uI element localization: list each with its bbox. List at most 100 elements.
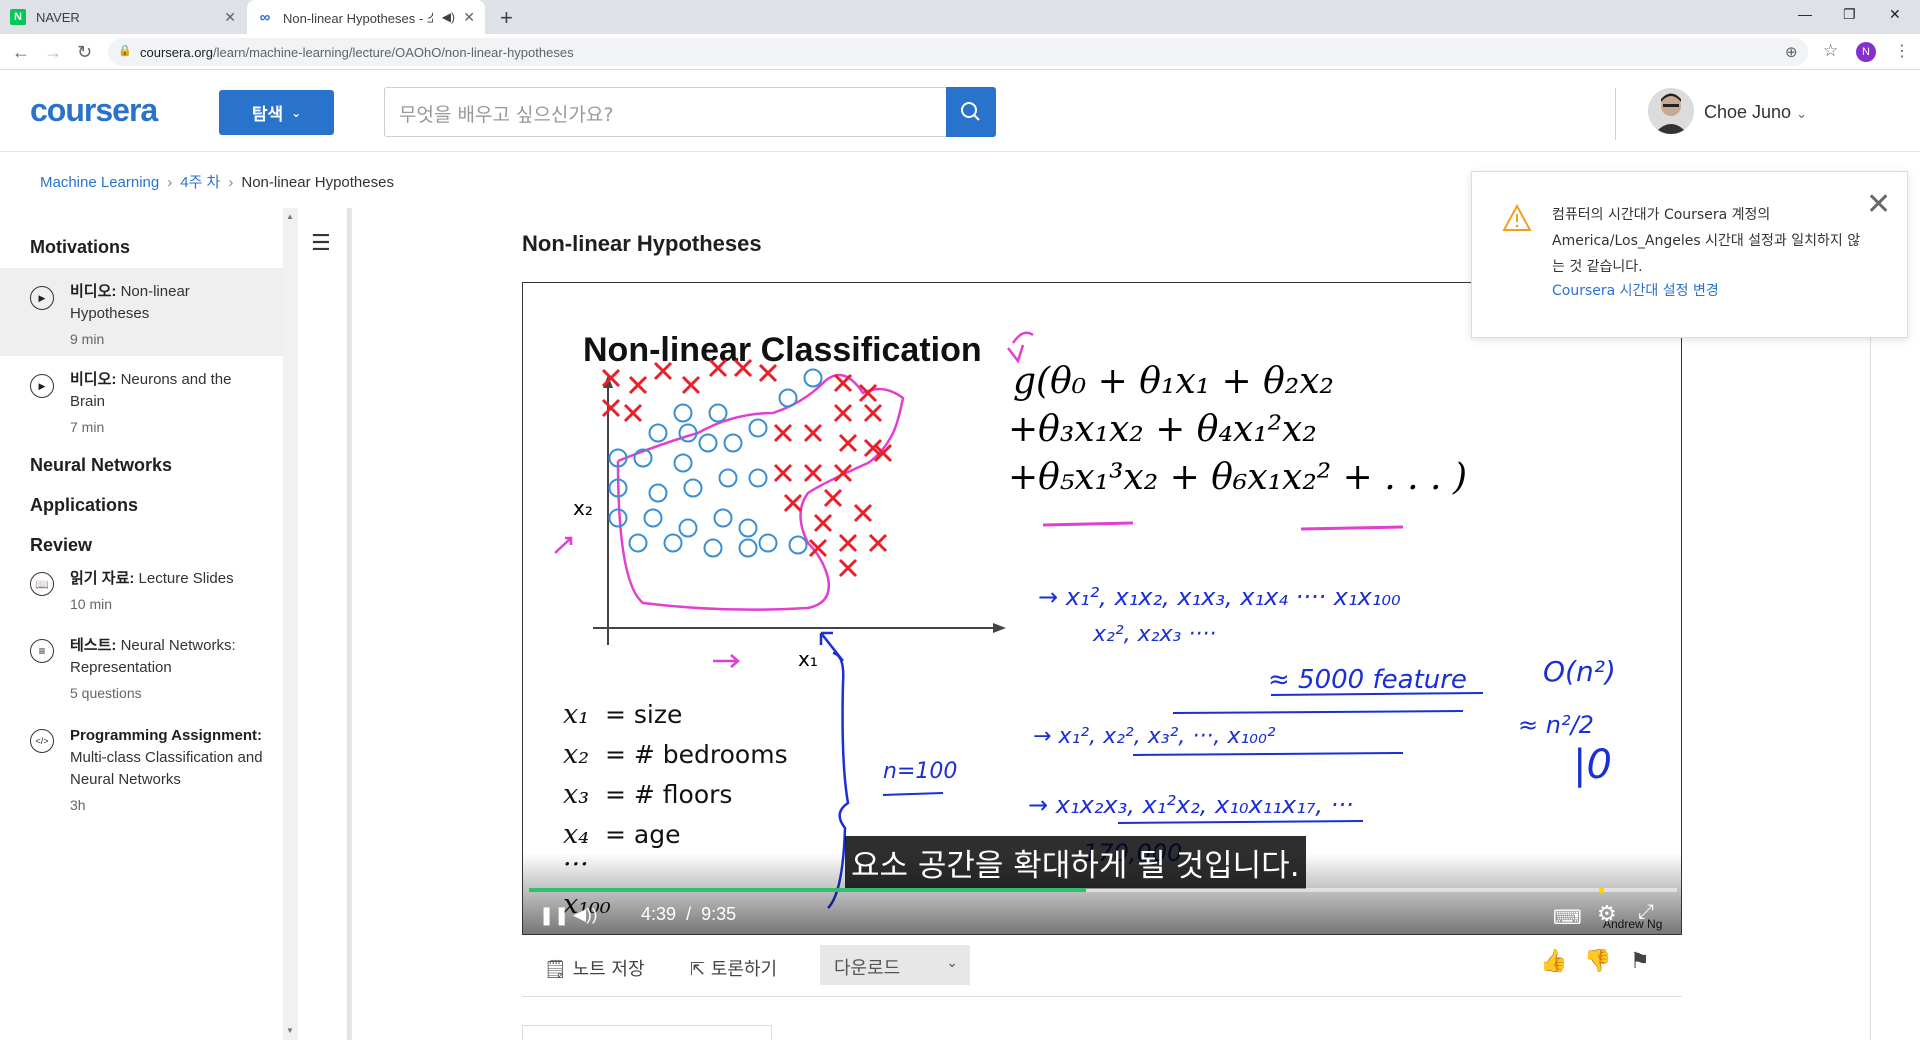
audio-playing-icon[interactable]: ◀): [442, 10, 455, 24]
user-name-text: Choe Juno: [1704, 102, 1792, 122]
section-motivations[interactable]: Motivations: [30, 237, 130, 258]
back-icon[interactable]: ←: [12, 42, 30, 63]
timezone-notification: 컴퓨터의 시간대가 Coursera 계정의 America/Los_Angel…: [1471, 171, 1908, 338]
download-dropdown[interactable]: 다운로드 ⌄: [820, 945, 970, 985]
tab-title: NAVER: [36, 9, 80, 25]
settings-gear-icon[interactable]: ⚙: [1597, 901, 1617, 927]
profile-avatar[interactable]: N: [1856, 42, 1876, 62]
breadcrumb: Machine Learning › 4주 차 › Non-linear Hypothe…: [40, 171, 394, 192]
coursera-logo[interactable]: coursera: [30, 92, 158, 129]
user-photo-icon: [1648, 88, 1694, 134]
volume-icon[interactable]: ◀)): [573, 905, 597, 925]
dislike-icon[interactable]: 👎: [1584, 949, 1611, 974]
item-duration: 7 min: [70, 419, 105, 435]
warning-icon: [1502, 204, 1532, 231]
svg-text:→ x₁², x₁x₂, x₁x₃, x₁x₄ ···· x: → x₁², x₁x₂, x₁x₃, x₁x₄ ···· x₁x₁₀₀: [1038, 583, 1401, 611]
like-icon[interactable]: 👍: [1540, 949, 1567, 974]
forward-icon[interactable]: →: [44, 42, 62, 63]
cross-mark: [601, 398, 621, 418]
cross-mark: [733, 358, 753, 378]
breadcrumb-week[interactable]: 4주 차: [180, 174, 220, 191]
circle-mark: [703, 538, 723, 558]
breadcrumb-current: Non-linear Hypotheses: [241, 174, 394, 191]
circle-mark: [738, 538, 758, 558]
fullscreen-icon[interactable]: ⤢: [1638, 901, 1654, 924]
section-review[interactable]: Review: [30, 535, 92, 556]
lesson-item-programming-assignment[interactable]: </> Programming Assignment: Multi-class …: [0, 723, 283, 843]
lesson-item-quiz[interactable]: ≡ 테스트: Neural Networks: Representation 5 …: [0, 633, 283, 713]
user-name[interactable]: Choe Juno ⌄: [1704, 102, 1807, 123]
omnibox[interactable]: 🔒 coursera.org/learn/machine-learning/le…: [108, 38, 1838, 66]
circle-mark: [748, 418, 768, 438]
video-player[interactable]: Non-linear Classification x₂ x₁ g(θ₀ + θ…: [522, 282, 1682, 935]
list-icon[interactable]: ☰: [311, 230, 331, 256]
url-path: /learn/machine-learning/lecture/OAOhO/no…: [212, 45, 574, 60]
search-input[interactable]: 무엇을 배우고 싶으신가요?: [384, 87, 946, 137]
header-divider: [1615, 88, 1616, 140]
item-duration: 3h: [70, 797, 86, 813]
tab-close-icon[interactable]: ✕: [463, 9, 475, 26]
circle-mark: [788, 535, 808, 555]
lecture-actions: 🗒 노트 저장 ⇱ 토론하기 다운로드 ⌄ 👍 👎 ⚑: [522, 935, 1682, 997]
section-neural-networks[interactable]: Neural Networks: [30, 455, 172, 476]
chevron-down-icon: ⌄: [291, 105, 302, 120]
circle-mark: [708, 403, 728, 423]
ink-notes: → x₁², x₁x₂, x₁x₃, x₁x₄ ···· x₁x₁₀₀ x₂²,…: [883, 583, 1616, 867]
cross-mark: [758, 363, 778, 383]
user-avatar[interactable]: [1648, 88, 1694, 134]
flag-icon[interactable]: ⚑: [1630, 949, 1650, 974]
discuss-button[interactable]: ⇱ 토론하기: [690, 955, 777, 981]
content-card: [522, 1025, 772, 1040]
close-icon[interactable]: ✕: [1866, 190, 1891, 220]
circle-mark: [663, 533, 683, 553]
video-subtitle: 요소 공간을 확대하게 될 것입니다.: [845, 836, 1306, 889]
video-progress-bar[interactable]: [529, 887, 1677, 893]
timezone-settings-link[interactable]: Coursera 시간대 설정 변경: [1552, 280, 1719, 300]
item-title: Lecture Slides: [138, 570, 234, 587]
cross-mark: [838, 533, 858, 553]
video-progress-fill: [529, 888, 1086, 892]
explore-button[interactable]: 탐색 ⌄: [219, 90, 334, 135]
item-kind: 읽기 자료:: [70, 570, 135, 587]
svg-text:≈ n²/2: ≈ n²/2: [1518, 711, 1594, 739]
breadcrumb-course[interactable]: Machine Learning: [40, 174, 159, 191]
url-host: coursera.org: [140, 45, 213, 60]
browser-tab-coursera[interactable]: ∞ Non-linear Hypotheses - 소 ◀) ✕: [247, 0, 485, 34]
window-close-icon[interactable]: ✕: [1889, 6, 1901, 23]
scroll-down-icon[interactable]: ▼: [286, 1026, 294, 1035]
cross-mark: [813, 513, 833, 533]
x1-axis-label: x₁: [798, 647, 818, 671]
svg-text:x₄: x₄: [563, 819, 589, 850]
circle-mark: [648, 423, 668, 443]
new-tab-icon[interactable]: +: [500, 5, 513, 31]
reload-icon[interactable]: ↻: [77, 42, 92, 63]
browser-tab-naver[interactable]: N NAVER ✕: [0, 0, 246, 34]
bookmark-star-icon[interactable]: ☆: [1823, 41, 1838, 61]
search-button[interactable]: [946, 87, 996, 137]
restore-icon[interactable]: ❐: [1843, 6, 1856, 23]
svg-text:x₁: x₁: [563, 699, 589, 730]
lesson-item-neurons-brain[interactable]: ▶ 비디오: Neurons and the Brain 7 min: [0, 356, 283, 444]
lesson-item-nonlinear-hypotheses[interactable]: ▶ 비디오: Non-linear Hypotheses 9 min: [0, 268, 283, 356]
feature-label: = size: [605, 700, 682, 729]
cross-mark: [838, 558, 858, 578]
scroll-up-icon[interactable]: ▲: [286, 212, 294, 221]
browser-tab-strip: N NAVER ✕ ∞ Non-linear Hypotheses - 소 ◀)…: [0, 0, 1920, 34]
zoom-icon[interactable]: ⊕: [1785, 43, 1798, 61]
svg-text:x₂: x₂: [563, 739, 589, 770]
chevron-down-icon: ⌄: [1796, 106, 1807, 121]
time-total: 9:35: [701, 904, 737, 924]
browser-menu-icon[interactable]: ⋮: [1894, 41, 1910, 61]
minimize-icon[interactable]: —: [1798, 6, 1812, 22]
cross-mark: [623, 403, 643, 423]
lesson-item-lecture-slides[interactable]: 📖 읽기 자료: Lecture Slides 10 min: [0, 566, 283, 626]
section-applications[interactable]: Applications: [30, 495, 138, 516]
item-count: 5 questions: [70, 685, 142, 701]
save-note-button[interactable]: 🗒 노트 저장: [544, 955, 645, 981]
svg-text:≈ 5000 feature: ≈ 5000 feature: [1268, 665, 1467, 695]
sidebar-scrollbar[interactable]: ▲ ▼: [283, 208, 298, 1040]
circle-mark: [628, 533, 648, 553]
pause-icon[interactable]: ❚❚: [539, 905, 569, 926]
tab-close-icon[interactable]: ✕: [224, 9, 236, 26]
captions-icon[interactable]: ⌨: [1553, 905, 1582, 930]
